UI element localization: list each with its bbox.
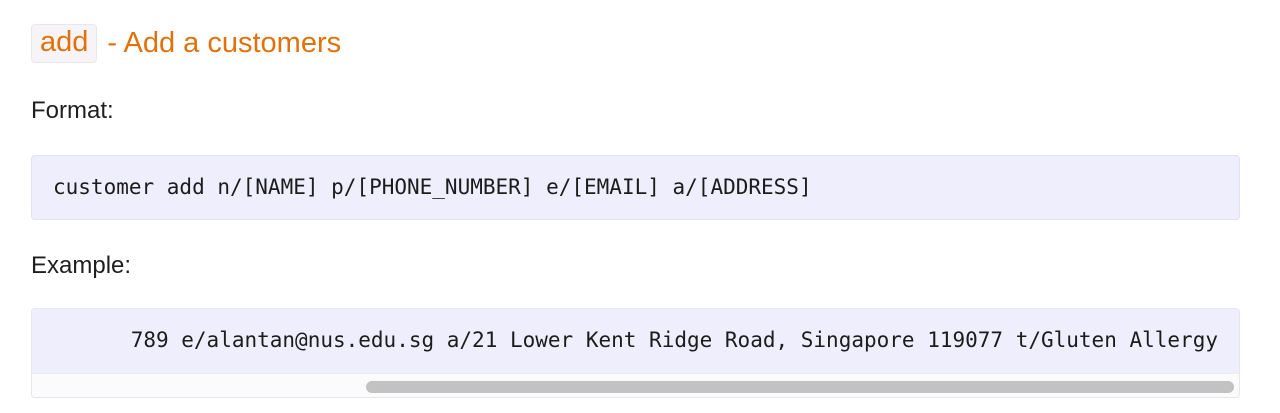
command-code-chip: add	[31, 23, 98, 63]
section-heading: add - Add a customers	[31, 22, 341, 64]
format-label: Format:	[31, 97, 114, 124]
section-title: - Add a customers	[107, 26, 342, 59]
example-code-block[interactable]: 789 e/alantan@nus.edu.sg a/21 Lower Kent…	[31, 308, 1240, 398]
format-code-text: customer add n/[NAME] p/[PHONE_NUMBER] e…	[53, 175, 812, 199]
example-code-text: 789 e/alantan@nus.edu.sg a/21 Lower Kent…	[130, 328, 1218, 352]
example-code-viewport: 789 e/alantan@nus.edu.sg a/21 Lower Kent…	[32, 309, 1239, 373]
scrollbar-thumb[interactable]	[366, 381, 1234, 393]
format-code-block: customer add n/[NAME] p/[PHONE_NUMBER] e…	[31, 155, 1240, 220]
horizontal-scrollbar[interactable]	[32, 373, 1239, 397]
example-label: Example:	[31, 252, 132, 279]
